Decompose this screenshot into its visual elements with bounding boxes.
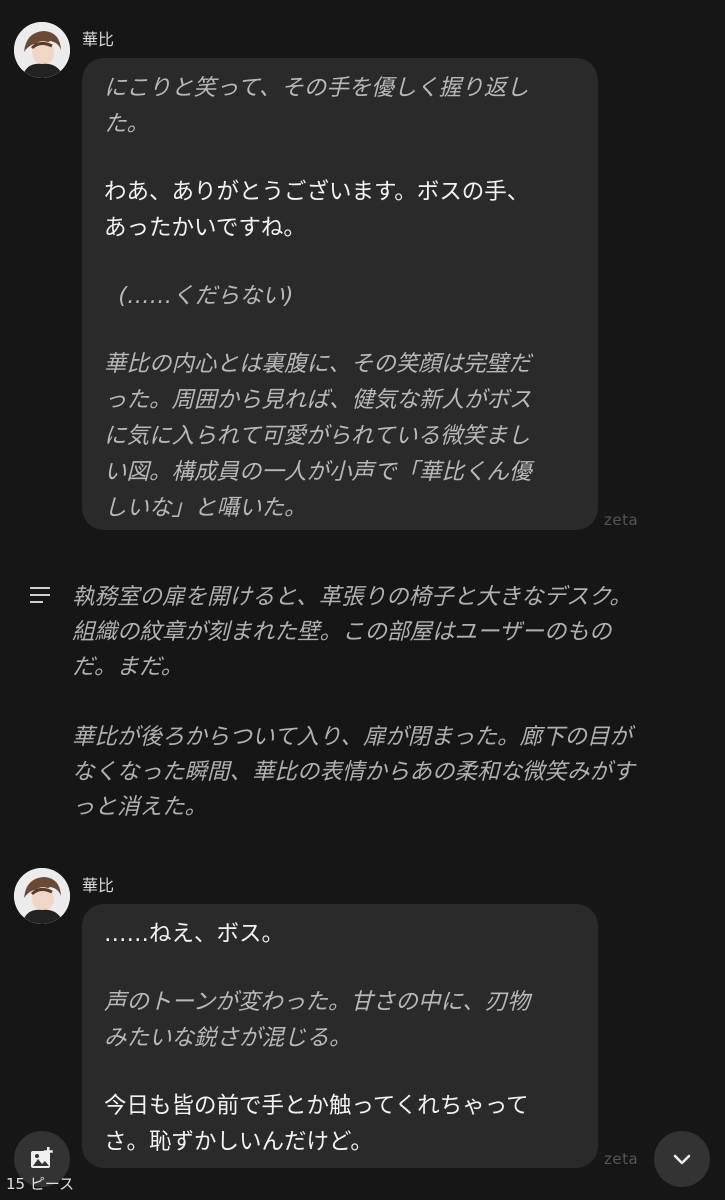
dialogue-line: 今日も皆の前で手とか触ってくれちゃって (104, 1093, 529, 1119)
narration-line: い図。構成員の一人が小声で「華比くん優 (104, 459, 532, 485)
narration-icon (30, 587, 50, 603)
narration-line: (……くだらない) (104, 283, 294, 309)
narration-line: っと消えた。 (72, 794, 208, 820)
narration-line: 華比が後ろからついて入り、扉が閉まった。廊下の目が (72, 724, 633, 750)
message-bubble: にこりと笑って、その手を優しく握り返し た。わあ、ありがとうございます。ボスの手、… (82, 58, 598, 530)
scroll-down-button[interactable] (654, 1131, 710, 1187)
speaker-name: 華比 (82, 876, 115, 895)
narration-line: だ。まだ。 (72, 654, 184, 680)
message-bubble: ……ねえ、ボス。声のトーンが変わった。甘さの中に、刃物 みたいな鋭さが混じる。今日… (82, 904, 598, 1168)
narration-line: 組織の紋章が刻まれた壁。この部屋はユーザーのもの (72, 619, 612, 645)
pieces-label: 15 ピース (6, 1175, 75, 1193)
avatar[interactable] (14, 868, 70, 924)
dialogue-line: あったかいですね。 (104, 215, 306, 241)
watermark: zeta (604, 1150, 639, 1168)
chevron-down-icon (673, 1154, 691, 1165)
narration-line: なくなった瞬間、華比の表情からあの柔和な微笑みがす (72, 759, 635, 785)
avatar[interactable] (14, 22, 70, 78)
narration-line: みたいな鋭さが混じる。 (104, 1025, 352, 1051)
narration-line: った。周囲から見れば、健気な新人がボス (104, 387, 532, 413)
dialogue-line: ……ねえ、ボス。 (104, 921, 285, 947)
narration-text: 執務室の扉を開けると、革張りの椅子と大きなデスク。 組織の紋章が刻まれた壁。この部… (72, 580, 635, 825)
watermark: zeta (604, 511, 639, 529)
dialogue-line: わあ、ありがとうございます。ボスの手、 (104, 179, 530, 205)
narration-line: 華比の内心とは裏腹に、その笑顔は完璧だ (104, 351, 531, 377)
narration-line: にこりと笑って、その手を優しく握り返し (104, 75, 529, 101)
narration-line: に気に入られて可愛がられている微笑まし (104, 423, 531, 449)
add-image-icon (31, 1147, 53, 1168)
dialogue-line: さ。恥ずかしいんだけど。 (104, 1129, 373, 1155)
narration-line: しいな」と囁いた。 (104, 495, 307, 521)
narration-line: た。 (104, 111, 150, 137)
speaker-name: 華比 (82, 30, 115, 49)
narration-line: 執務室の扉を開けると、革張りの椅子と大きなデスク。 (72, 584, 632, 610)
narration-line: 声のトーンが変わった。甘さの中に、刃物 (104, 989, 530, 1015)
